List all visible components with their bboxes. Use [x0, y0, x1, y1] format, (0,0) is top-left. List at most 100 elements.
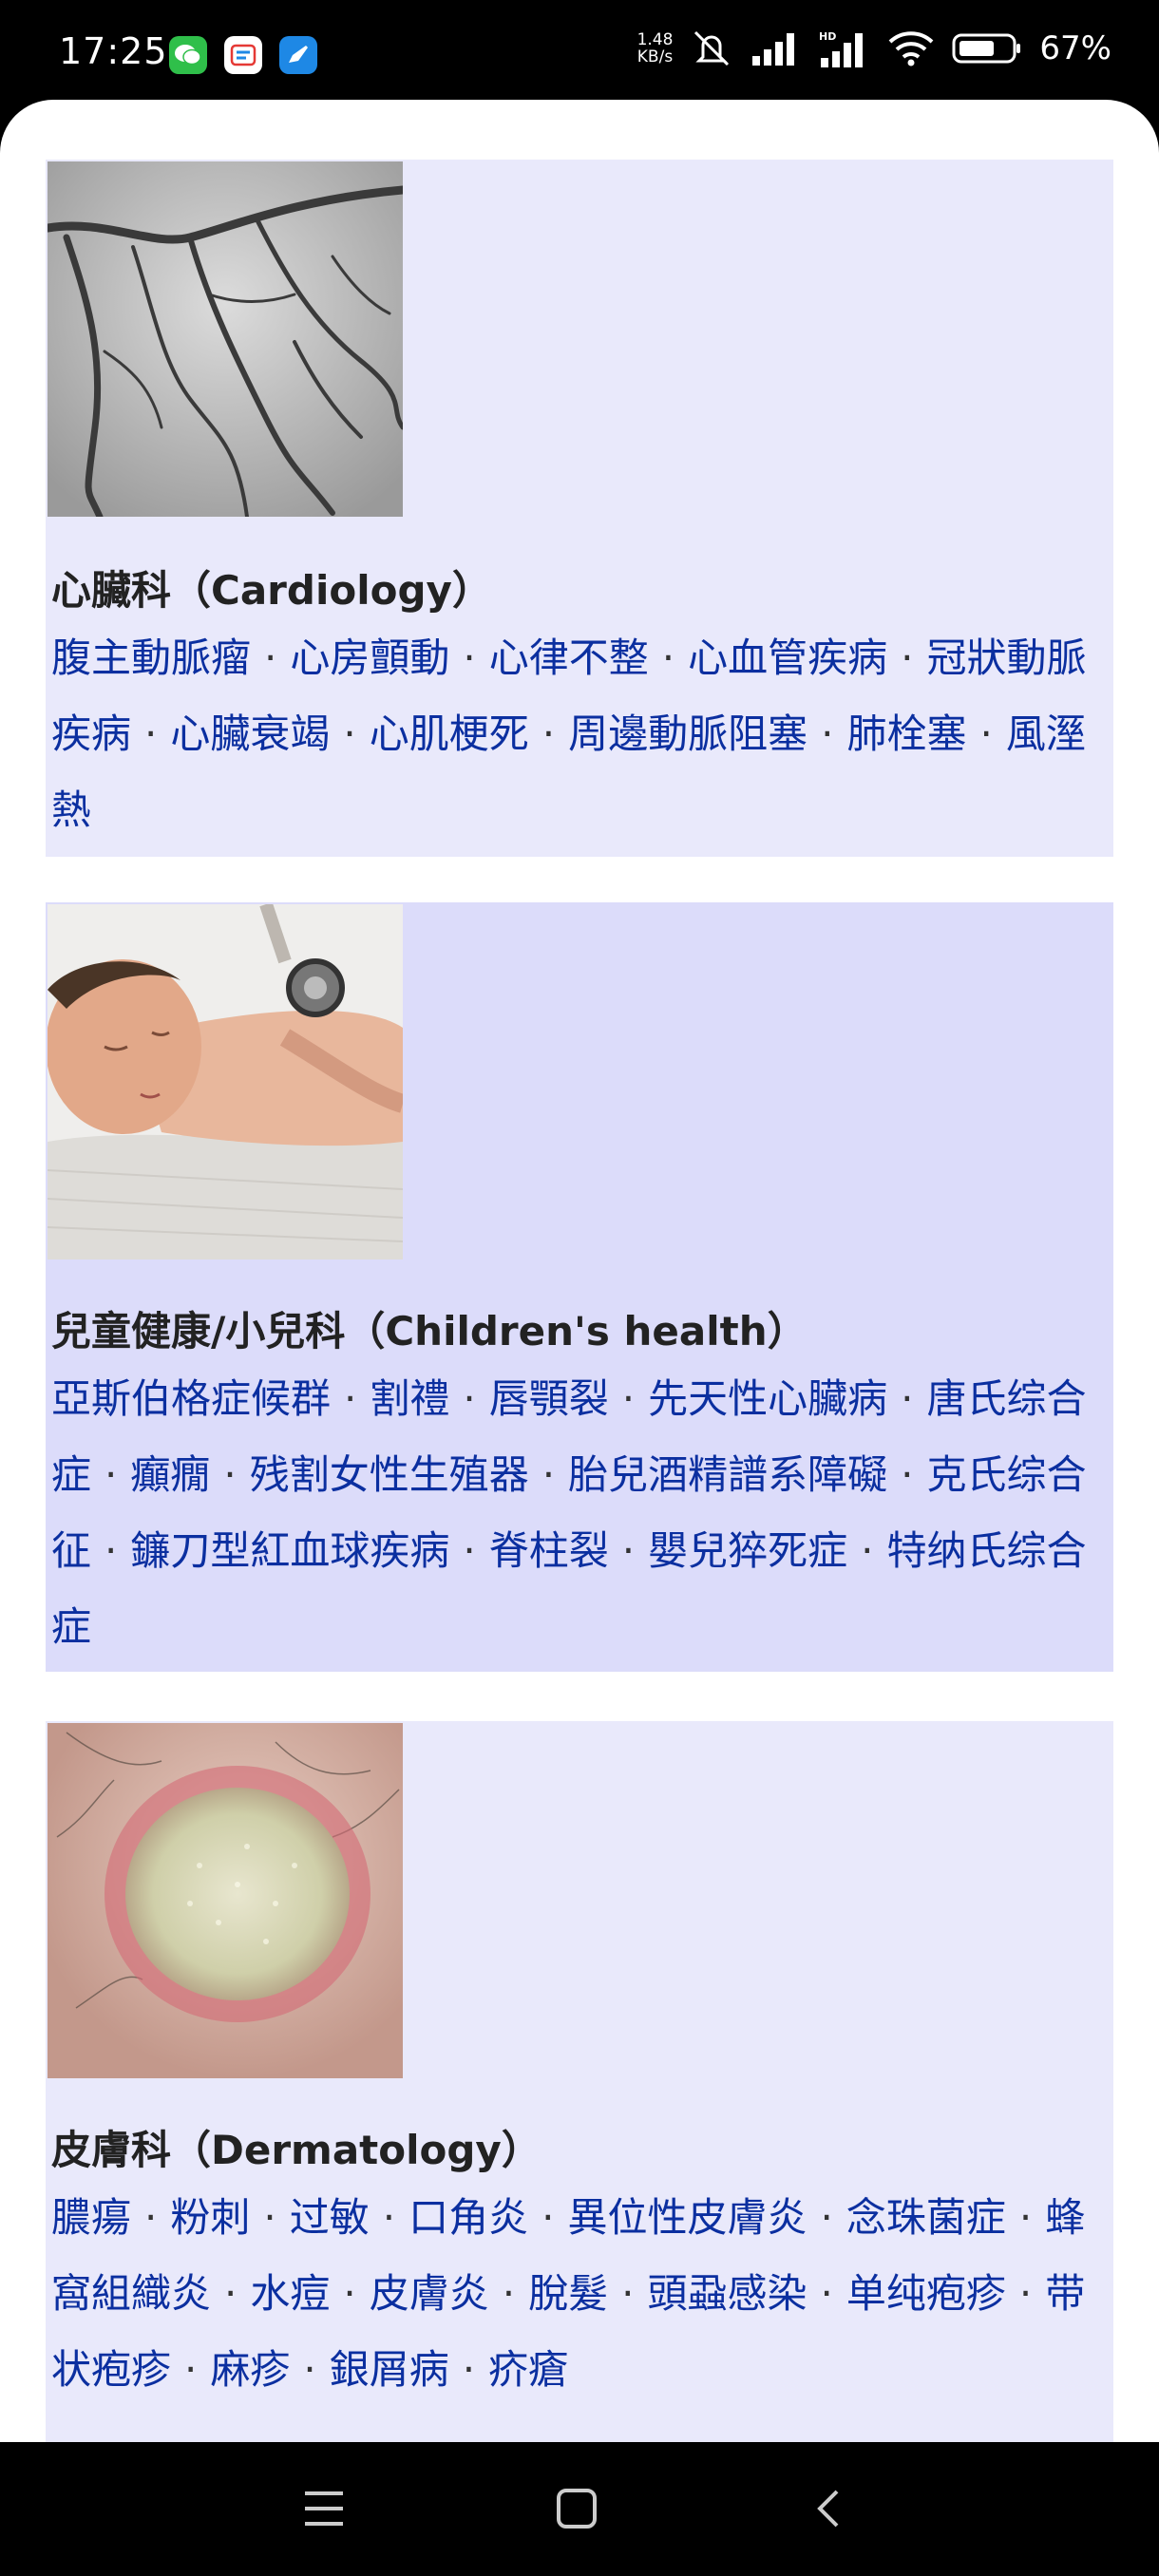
portal-section-childrens-health: 兒童健康/小兒科（Children's health） 亞斯伯格症候群 · 割禮 · 唇… [46, 902, 1113, 1672]
condition-link[interactable]: 先天性心臟病 [648, 1375, 887, 1422]
section-title: 兒童健康/小兒科（Children's health） [51, 1308, 808, 1354]
condition-link[interactable]: 銀屑病 [330, 2346, 449, 2393]
condition-link[interactable]: 癲癇 [130, 1451, 210, 1498]
section-title: 心臟科（Cardiology） [51, 567, 492, 614]
link-separator: · [979, 710, 993, 757]
link-separator: · [901, 635, 914, 681]
condition-link[interactable]: 唇顎裂 [489, 1375, 609, 1422]
link-separator: · [263, 2194, 276, 2241]
wifi-icon [889, 31, 934, 66]
link-separator: · [144, 2194, 158, 2241]
section-links: 亞斯伯格症候群 · 割禮 · 唇顎裂 · 先天性心臟病 · 唐氏综合症 · 癲癇 · 残割女性生殖器 · 胎… [51, 1361, 1106, 1665]
link-separator: · [223, 1451, 237, 1498]
portal-section-dermatology: 皮膚科（Dermatology） 膿瘍 · 粉刺 · 过敏 · 口角炎 · 異位性皮膚炎 · 念珠菌… [46, 1721, 1113, 2442]
link-separator: · [621, 1527, 636, 1574]
network-speed: 1.48 KB/s [637, 31, 674, 66]
condition-link[interactable]: 疥瘡 [488, 2346, 568, 2393]
condition-link[interactable]: 心血管疾病 [688, 635, 887, 681]
messenger-app-icon [279, 36, 317, 74]
link-separator: · [502, 2270, 516, 2317]
condition-link[interactable]: 心臟衰竭 [170, 710, 330, 757]
status-indicators: 1.48 KB/s HD 67% [637, 28, 1112, 68]
link-separator: · [462, 2346, 476, 2393]
svg-text:HD: HD [819, 30, 836, 43]
condition-link[interactable]: 割禮 [370, 1375, 449, 1422]
condition-link[interactable]: 嬰兒猝死症 [648, 1527, 847, 1574]
link-separator: · [1018, 2194, 1033, 2241]
condition-link[interactable]: 水痘 [250, 2270, 330, 2317]
condition-link[interactable]: 心房顫動 [290, 635, 449, 681]
notification-apps [169, 36, 317, 74]
link-separator: · [621, 2270, 635, 2317]
link-separator: · [463, 635, 476, 681]
condition-link[interactable]: 念珠菌症 [846, 2194, 1006, 2241]
condition-link[interactable]: 頭蝨感染 [648, 2270, 808, 2317]
portal-section-cardiology: 心臟科（Cardiology） 腹主動脈瘤 · 心房顫動 · 心律不整 · 心血管疾病 · 冠狀… [46, 160, 1113, 857]
link-separator: · [303, 2346, 316, 2393]
condition-link[interactable]: 心律不整 [489, 635, 649, 681]
condition-link[interactable]: 麻疹 [210, 2346, 290, 2393]
link-separator: · [821, 710, 834, 757]
hd-signal-icon: HD [819, 30, 864, 67]
condition-link[interactable]: 肺栓塞 [847, 710, 967, 757]
condition-link[interactable]: 皮膚炎 [370, 2270, 489, 2317]
condition-link[interactable]: 粉刺 [170, 2194, 250, 2241]
link-separator: · [343, 2270, 356, 2317]
link-separator: · [661, 635, 675, 681]
condition-link[interactable]: 过敏 [290, 2194, 370, 2241]
link-separator: · [1018, 2270, 1033, 2317]
section-title: 皮膚科（Dermatology） [51, 2127, 542, 2173]
link-separator: · [104, 1527, 118, 1574]
network-speed-value: 1.48 [636, 30, 674, 49]
condition-link[interactable]: 残割女性生殖器 [250, 1451, 529, 1498]
link-separator: · [104, 1451, 118, 1498]
condition-link[interactable]: 周邊動脈阻塞 [568, 710, 808, 757]
link-separator: · [542, 2194, 555, 2241]
link-separator: · [542, 710, 556, 757]
link-separator: · [901, 1451, 914, 1498]
battery-percentage: 67% [1039, 29, 1112, 67]
link-separator: · [901, 1375, 914, 1422]
page-content: 心臟科（Cardiology） 腹主動脈瘤 · 心房顫動 · 心律不整 · 心血管疾病 · 冠狀… [0, 100, 1159, 2442]
status-time: 17:25 [59, 30, 168, 72]
link-separator: · [144, 710, 158, 757]
mute-icon [694, 30, 730, 66]
section-links: 腹主動脈瘤 · 心房顫動 · 心律不整 · 心血管疾病 · 冠狀動脈疾病 · 心臟衰竭 · 心肌梗死 · 周… [51, 620, 1106, 848]
condition-link[interactable]: 口角炎 [408, 2194, 528, 2241]
condition-link[interactable]: 鐮刀型紅血球疾病 [130, 1527, 449, 1574]
condition-link[interactable]: 亞斯伯格症候群 [51, 1375, 331, 1422]
home-icon[interactable] [548, 2480, 605, 2537]
condition-link[interactable]: 異位性皮膚炎 [568, 2194, 808, 2241]
signal-icon [752, 33, 795, 66]
link-separator: · [820, 2270, 833, 2317]
condition-link[interactable]: 脊柱裂 [489, 1527, 609, 1574]
cloud-app-icon [224, 36, 262, 74]
link-separator: · [382, 2194, 396, 2241]
link-separator: · [224, 2270, 238, 2317]
link-separator: · [343, 710, 356, 757]
link-separator: · [184, 2346, 198, 2393]
childrens-health-image[interactable] [48, 904, 403, 1260]
link-separator: · [264, 635, 277, 681]
condition-link[interactable]: 膿瘍 [51, 2194, 131, 2241]
section-links: 膿瘍 · 粉刺 · 过敏 · 口角炎 · 異位性皮膚炎 · 念珠菌症 · 蜂窩組織炎 · 水痘 · 皮膚炎 · 脫髮… [51, 2180, 1106, 2408]
menu-icon[interactable] [295, 2480, 352, 2537]
condition-link[interactable]: 腹主動脈瘤 [51, 635, 251, 681]
link-separator: · [861, 1527, 874, 1574]
link-separator: · [463, 1527, 476, 1574]
condition-link[interactable]: 心肌梗死 [370, 710, 529, 757]
condition-link[interactable]: 单纯疱疹 [846, 2270, 1006, 2317]
battery-icon [952, 33, 1021, 64]
network-speed-unit: KB/s [636, 47, 674, 66]
condition-link[interactable]: 脫髮 [528, 2270, 608, 2317]
link-separator: · [463, 1375, 476, 1422]
cardiology-image[interactable] [48, 161, 403, 517]
condition-link[interactable]: 胎兒酒精譜系障礙 [568, 1451, 887, 1498]
link-separator: · [344, 1375, 357, 1422]
link-separator: · [820, 2194, 833, 2241]
status-bar: 17:25 1.48 KB/s HD 67% [0, 0, 1159, 103]
back-icon[interactable] [801, 2480, 858, 2537]
link-separator: · [542, 1451, 556, 1498]
dermatology-image[interactable] [48, 1723, 403, 2078]
link-separator: · [621, 1375, 636, 1422]
